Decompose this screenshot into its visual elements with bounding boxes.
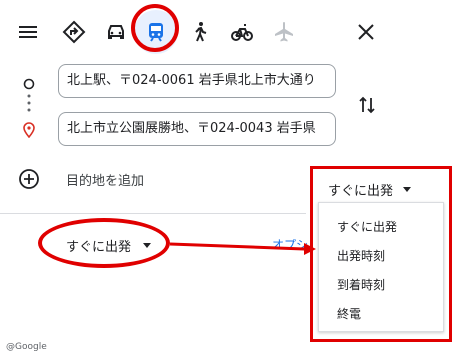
swap-icon[interactable] — [356, 94, 378, 116]
route-dots-icon — [27, 94, 31, 114]
car-icon[interactable] — [98, 14, 134, 50]
menu-icon[interactable] — [16, 20, 40, 44]
section-divider — [0, 213, 306, 214]
annotation-arrow — [169, 242, 316, 255]
bike-icon[interactable] — [224, 14, 260, 50]
directions-best-icon[interactable] — [56, 14, 92, 50]
destination-input[interactable]: 北上市立公園展勝地、〒024-0043 岩手県 — [58, 112, 336, 146]
transit-annotation-circle — [131, 4, 179, 52]
add-circle-icon[interactable] — [18, 168, 40, 190]
departure-annotation-ellipse — [38, 218, 170, 268]
walk-icon[interactable] — [182, 14, 218, 50]
plane-icon — [266, 14, 302, 50]
destination-pin-icon — [22, 122, 36, 139]
copyright-text: @Google — [6, 342, 47, 352]
dropdown-annotation-box — [310, 166, 452, 342]
origin-circle-icon — [23, 75, 35, 90]
add-destination-label[interactable]: 目的地を追加 — [66, 170, 144, 189]
origin-input[interactable]: 北上駅、〒024-0061 岩手県北上市大通り — [58, 64, 336, 98]
close-icon[interactable] — [354, 20, 378, 44]
